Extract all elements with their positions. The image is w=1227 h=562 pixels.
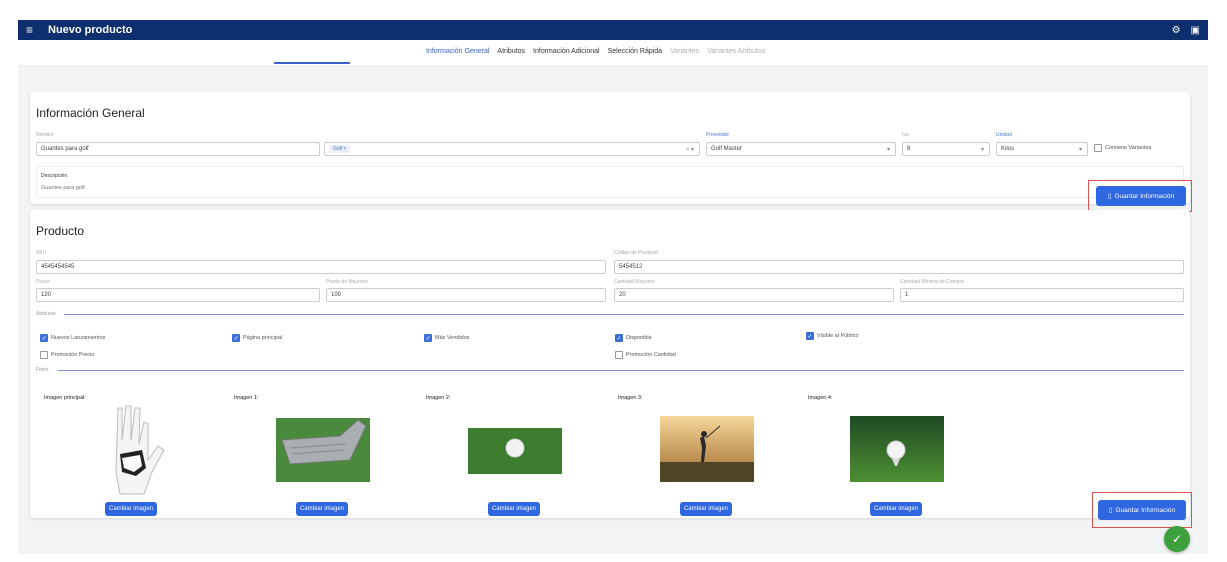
cantidad-minima-input[interactable]: 1 bbox=[900, 288, 1184, 302]
cantidad-mayoreo-input[interactable]: 20 bbox=[614, 288, 894, 302]
glove-image bbox=[92, 402, 172, 498]
fotos-divider bbox=[58, 370, 1184, 371]
sku-label: SKU bbox=[36, 250, 47, 256]
section-title: Información General bbox=[36, 106, 145, 120]
unidad-label: Unidad bbox=[996, 132, 1012, 138]
atributos-label: Atributos bbox=[36, 311, 56, 317]
promocion-precio-checkbox[interactable]: Promoción Precio bbox=[40, 351, 94, 359]
window-icon[interactable]: ▣ bbox=[1191, 25, 1200, 36]
change-image-button-principal[interactable]: Cambiar imagen bbox=[105, 502, 157, 516]
check-icon[interactable]: ✓ bbox=[40, 334, 48, 342]
imagen-principal-label: Imagen principal: bbox=[44, 395, 86, 401]
tag-chip[interactable]: Golf × bbox=[329, 145, 351, 153]
proveedor-label: Proveedor bbox=[706, 132, 730, 138]
check-icon[interactable]: ✓ bbox=[806, 332, 814, 340]
save-product-button[interactable]: ▯ Guardar Información bbox=[1098, 500, 1186, 520]
section-title: Producto bbox=[36, 224, 85, 238]
precio-mayoreo-label: Precio de Mayoreo bbox=[326, 279, 368, 285]
imagen-1-label: Imagen 1: bbox=[234, 395, 259, 401]
chevron-down-icon: ▾ bbox=[980, 147, 984, 153]
tabs-bar: Información General Atributos Informació… bbox=[18, 40, 1208, 66]
check-icon[interactable]: ✓ bbox=[424, 334, 432, 342]
cantidad-minima-label: Cantidad Mínima de Compra bbox=[900, 279, 964, 285]
nombre-input[interactable]: Guantes para golf bbox=[36, 142, 320, 156]
chevron-down-icon: ▾ bbox=[1078, 147, 1082, 153]
cantidad-mayoreo-label: Cantidad Mayoreo bbox=[614, 279, 655, 285]
tab-informacion-adicional[interactable]: Información Adicional bbox=[533, 48, 600, 55]
imagen-4-label: Imagen 4: bbox=[808, 395, 833, 401]
change-image-button-2[interactable]: Cambiar imagen bbox=[488, 502, 540, 516]
informacion-general-card: Información General Nombre Guantes para … bbox=[30, 92, 1190, 204]
unidad-select[interactable]: Kilos ▾ bbox=[996, 142, 1088, 156]
pagina-principal-checkbox[interactable]: ✓ Página principal bbox=[232, 334, 282, 342]
tab-atributos[interactable]: Atributos bbox=[497, 48, 525, 55]
descripcion-value: Guantes para golf bbox=[41, 185, 85, 191]
golf-ball-grass-image bbox=[468, 428, 562, 474]
golfer-sunset-image bbox=[660, 416, 754, 482]
precio-label: Precio bbox=[36, 279, 51, 285]
atributos-divider bbox=[64, 314, 1184, 315]
golf-ball-tee-image bbox=[850, 416, 944, 482]
golf-iron-image bbox=[276, 418, 370, 482]
fotos-label: Fotos bbox=[36, 367, 49, 373]
help-icon[interactable]: ⚙ bbox=[1172, 25, 1181, 36]
checkbox-icon[interactable] bbox=[615, 351, 623, 359]
disponible-checkbox[interactable]: ✓ Disponible bbox=[615, 334, 652, 342]
tab-indicator bbox=[274, 62, 350, 64]
chevron-down-icon: ▾ bbox=[886, 147, 890, 153]
promocion-cantidad-checkbox[interactable]: Promoción Cantidad bbox=[615, 351, 676, 359]
precio-input[interactable]: 120 bbox=[36, 288, 320, 302]
descripcion-box[interactable]: Descripción Guantes para golf bbox=[36, 166, 1184, 198]
mas-vendidos-checkbox[interactable]: ✓ Más Vendidos bbox=[424, 334, 470, 342]
visible-publico-checkbox[interactable]: ✓ Visible al Público bbox=[806, 332, 858, 340]
save-info-button[interactable]: ▯ Guardar Información bbox=[1096, 186, 1186, 206]
tab-seleccion-rapida[interactable]: Selección Rápida bbox=[608, 48, 662, 55]
chevron-down-icon: × ▾ bbox=[685, 147, 694, 153]
page-title: Nuevo producto bbox=[48, 24, 133, 36]
producto-card: Producto SKU 4545454545 Código de Produc… bbox=[30, 210, 1190, 518]
nombre-label: Nombre bbox=[36, 132, 54, 138]
imagen-3-label: Imagen 3: bbox=[618, 395, 643, 401]
descripcion-label: Descripción bbox=[41, 173, 68, 179]
imagen-2-label: Imagen 2: bbox=[426, 395, 451, 401]
save-icon: ▯ bbox=[1107, 193, 1112, 200]
tab-variantes-atributos[interactable]: Variantes Atributos bbox=[707, 48, 765, 55]
checkbox-icon[interactable] bbox=[40, 351, 48, 359]
iva-label: Iva bbox=[902, 132, 909, 138]
categoria-select[interactable]: Golf × × ▾ bbox=[324, 142, 700, 156]
change-image-button-4[interactable]: Cambiar imagen bbox=[870, 502, 922, 516]
change-image-button-3[interactable]: Cambiar imagen bbox=[680, 502, 732, 516]
codigo-label: Código de Producto bbox=[614, 250, 659, 256]
checkbox-icon[interactable] bbox=[1094, 144, 1102, 152]
save-icon: ▯ bbox=[1108, 507, 1113, 514]
precio-mayoreo-input[interactable]: 100 bbox=[326, 288, 606, 302]
check-icon[interactable]: ✓ bbox=[615, 334, 623, 342]
check-icon[interactable]: ✓ bbox=[232, 334, 240, 342]
change-image-button-1[interactable]: Cambiar imagen bbox=[296, 502, 348, 516]
codigo-input[interactable]: 5454512 bbox=[614, 260, 1184, 274]
sku-input[interactable]: 4545454545 bbox=[36, 260, 606, 274]
success-check-icon[interactable]: ✓ bbox=[1164, 526, 1190, 552]
app-bar: ≡ Nuevo producto ⚙ ▣ bbox=[18, 20, 1208, 40]
nuevos-lanzamientos-checkbox[interactable]: ✓ Nuevos Lanzamientos bbox=[40, 334, 105, 342]
tab-informacion-general[interactable]: Información General bbox=[426, 48, 489, 55]
hamburger-menu-icon[interactable]: ≡ bbox=[26, 23, 42, 37]
contiene-variantes-checkbox[interactable]: Contiene Variantes bbox=[1094, 144, 1151, 152]
iva-select[interactable]: 8 ▾ bbox=[902, 142, 990, 156]
proveedor-select[interactable]: Golf Master ▾ bbox=[706, 142, 896, 156]
tab-variantes[interactable]: Variantes bbox=[670, 48, 699, 55]
